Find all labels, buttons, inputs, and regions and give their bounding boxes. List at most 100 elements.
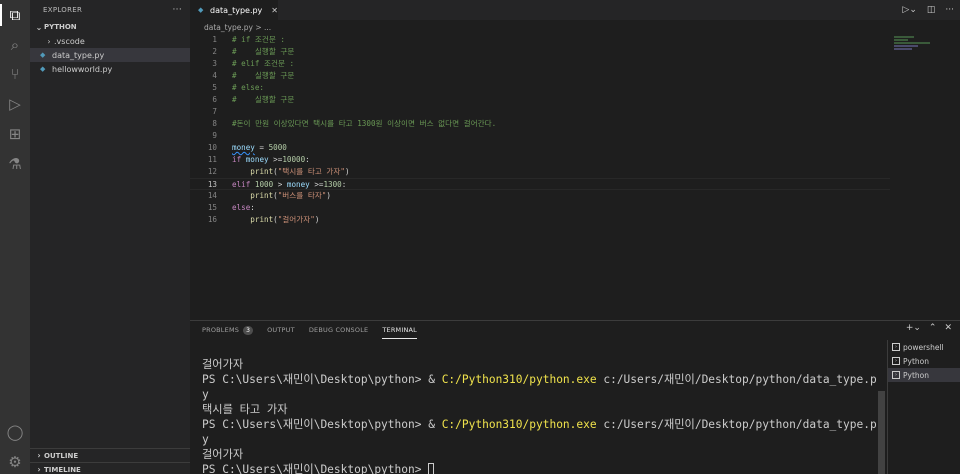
tree-item-label: hellowworld.py (52, 64, 113, 74)
editor-tab-bar: ◆ data_type.py ✕ ▷⌄ ◫ ··· (190, 0, 960, 20)
outline-section[interactable]: › OUTLINE (30, 448, 190, 462)
explorer-sidebar: EXPLORER ··· ⌄ PYTHON › .vscode ◆ data_t… (30, 0, 190, 474)
account-icon[interactable]: ◯ (5, 422, 25, 442)
line-number: 16 (207, 215, 217, 224)
terminal-item-python-active[interactable]: › Python (888, 368, 960, 382)
terminal-item-label: powershell (903, 342, 944, 352)
bottom-panel: PROBLEMS 3 OUTPUT DEBUG CONSOLE TERMINAL… (190, 320, 960, 474)
tab-data-type-py[interactable]: ◆ data_type.py ✕ (190, 0, 278, 20)
chevron-right-icon: › (37, 451, 41, 460)
terminal-prompt-line[interactable]: PS C:\Users\재민이\Desktop\python> (202, 462, 892, 474)
code-line[interactable]: # if 조건문 : (232, 34, 285, 46)
tab-label: TERMINAL (382, 326, 417, 334)
terminal-item-powershell[interactable]: › powershell (888, 340, 960, 354)
code-line[interactable]: # elif 조건문 : (232, 58, 294, 70)
panel-tab-bar: PROBLEMS 3 OUTPUT DEBUG CONSOLE TERMINAL (190, 321, 960, 339)
breadcrumb[interactable]: data_type.py > ... (190, 20, 960, 34)
split-editor-icon[interactable]: ◫ (927, 5, 936, 15)
line-number: 1 (212, 35, 217, 44)
code-line[interactable]: #돈이 만원 이상있다면 택시를 타고 1300원 이상이면 버스 없다면 걸어… (232, 118, 496, 130)
terminal-icon: › (892, 357, 900, 365)
code-line[interactable]: # 실행할 구문 (232, 70, 294, 82)
panel-actions: +⌄ ⌃ ✕ (906, 323, 952, 333)
tree-item-hellowworld-py[interactable]: ◆ hellowworld.py (30, 62, 190, 76)
run-debug-icon[interactable]: ▷ (5, 94, 25, 114)
terminal-icon: › (892, 371, 900, 379)
terminal-line: y (202, 433, 209, 446)
chevron-right-icon: › (37, 465, 41, 474)
code-line[interactable]: # 실행할 구문 (232, 46, 294, 58)
code-line[interactable]: print("버스를 타자") (232, 190, 331, 202)
code-line[interactable]: else: (232, 202, 255, 214)
terminal-list: › powershell › Python › Python (887, 340, 960, 474)
line-number: 9 (212, 131, 217, 140)
tab-problems[interactable]: PROBLEMS 3 (202, 321, 254, 339)
python-file-icon: ◆ (40, 65, 46, 73)
line-number: 4 (212, 71, 217, 80)
terminal-cursor (428, 463, 435, 474)
chevron-down-icon: ⌄ (35, 22, 43, 32)
line-number: 5 (212, 83, 217, 92)
line-number: 3 (212, 59, 217, 68)
code-line[interactable]: print("택시를 타고 가자") (232, 166, 349, 178)
timeline-label: TIMELINE (44, 465, 81, 474)
line-number: 11 (207, 155, 217, 164)
line-number: 6 (212, 95, 217, 104)
code-line[interactable]: # 실행할 구문 (232, 94, 294, 106)
more-actions-icon[interactable]: ··· (173, 5, 182, 15)
tab-label: data_type.py (210, 5, 263, 15)
line-number: 2 (212, 47, 217, 56)
new-terminal-icon[interactable]: +⌄ (906, 323, 921, 333)
tree-item-vscode-folder[interactable]: › .vscode (30, 34, 190, 48)
folder-name: PYTHON (44, 23, 77, 31)
tab-output[interactable]: OUTPUT (267, 321, 295, 339)
source-control-icon[interactable]: ⑂ (5, 64, 25, 84)
tab-label: DEBUG CONSOLE (308, 326, 369, 334)
line-number: 12 (207, 167, 217, 176)
line-number: 15 (207, 203, 217, 212)
tree-item-data-type-py[interactable]: ◆ data_type.py (30, 48, 190, 62)
terminal-line: 걸어가자 (202, 448, 244, 461)
line-number: 14 (207, 191, 217, 200)
code-line[interactable]: if money >=10000: (232, 154, 310, 166)
editor-actions: ▷⌄ ◫ ··· (902, 0, 954, 20)
terminal-scrollbar[interactable] (878, 391, 885, 474)
settings-gear-icon[interactable]: ⚙ (5, 452, 25, 472)
terminal-output[interactable]: 걸어가자 PS C:\Users\재민이\Desktop\python> & C… (202, 357, 892, 474)
explorer-icon[interactable]: ⧉ (5, 5, 25, 25)
minimap[interactable] (894, 36, 946, 56)
outline-label: OUTLINE (44, 451, 79, 460)
terminal-line: 걸어가자 (202, 358, 244, 371)
breadcrumb-text: data_type.py > ... (204, 22, 272, 32)
chevron-right-icon: › (47, 36, 51, 46)
line-number: 10 (207, 143, 217, 152)
line-number: 8 (212, 119, 217, 128)
code-line[interactable]: # else: (232, 82, 264, 94)
terminal-line: PS C:\Users\재민이\Desktop\python> & C:/Pyt… (202, 418, 877, 431)
run-file-icon[interactable]: ▷⌄ (902, 5, 916, 15)
terminal-line: PS C:\Users\재민이\Desktop\python> & C:/Pyt… (202, 373, 877, 386)
extensions-icon[interactable]: ⊞ (5, 124, 25, 144)
problems-count-badge: 3 (243, 325, 254, 335)
close-icon[interactable]: ✕ (271, 6, 278, 15)
more-actions-icon[interactable]: ··· (945, 5, 954, 15)
terminal-line: y (202, 388, 209, 401)
timeline-section[interactable]: › TIMELINE (30, 462, 190, 474)
code-line[interactable]: money = 5000 (232, 142, 287, 154)
folder-section-python[interactable]: ⌄ PYTHON (30, 20, 190, 34)
tab-terminal[interactable]: TERMINAL (382, 321, 417, 339)
terminal-icon: › (892, 343, 900, 351)
close-icon[interactable]: ✕ (944, 323, 952, 333)
code-line[interactable]: print("걸어가자") (232, 214, 319, 226)
terminal-item-label: Python (903, 356, 929, 366)
search-icon[interactable]: ⌕ (5, 35, 25, 55)
active-view-indicator (0, 4, 2, 26)
terminal-item-python[interactable]: › Python (888, 354, 960, 368)
explorer-header: EXPLORER ··· (30, 0, 190, 20)
explorer-title: EXPLORER (43, 6, 83, 14)
code-editor[interactable]: 1 # if 조건문 : 2 # 실행할 구문 3 # elif 조건문 : 4 # 실… (190, 34, 890, 226)
tab-debug-console[interactable]: DEBUG CONSOLE (309, 321, 369, 339)
testing-icon[interactable]: ⚗ (5, 154, 25, 174)
tab-label: OUTPUT (267, 326, 295, 334)
chevron-up-icon[interactable]: ⌃ (929, 323, 937, 333)
